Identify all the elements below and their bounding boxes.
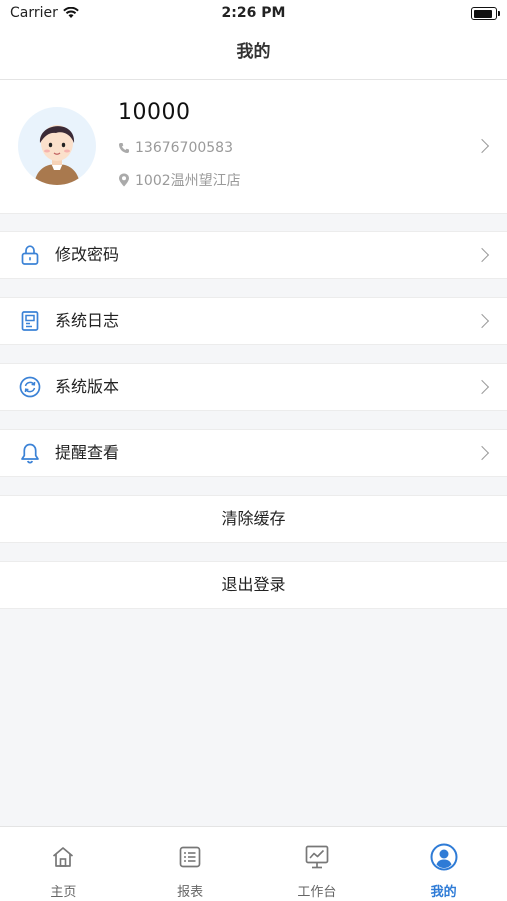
- chevron-right-icon: [474, 445, 490, 461]
- menu-item-label: 系统日志: [55, 311, 120, 330]
- profile-card[interactable]: 10000 13676700583 1002温州望江店: [0, 80, 507, 214]
- page-title: 我的: [0, 28, 507, 80]
- avatar: [18, 107, 96, 185]
- clock: 2:26 PM: [221, 5, 286, 21]
- monitor-icon: [305, 845, 329, 869]
- store-row: 1002温州望江店: [118, 170, 241, 190]
- location-pin-icon: [119, 173, 129, 187]
- menu-item-label: 提醒查看: [55, 443, 120, 462]
- lock-icon: [21, 245, 39, 265]
- list-icon: [179, 846, 201, 868]
- tab-label: 我的: [430, 885, 457, 900]
- chevron-right-icon: [474, 379, 490, 395]
- tab-bar: 主页 报表 工作台 我的: [0, 826, 507, 901]
- chevron-right-icon: [474, 313, 490, 329]
- user-icon: [430, 843, 458, 871]
- tab-label: 主页: [50, 885, 77, 900]
- menu-item-label: 修改密码: [55, 245, 120, 264]
- refresh-icon: [19, 376, 41, 398]
- avatar-illustration: [34, 125, 80, 185]
- user-id: 10000: [118, 100, 191, 125]
- menu-item-reminders[interactable]: 提醒查看: [0, 429, 507, 477]
- menu-item-label: 系统版本: [55, 377, 120, 396]
- menu-item-system-version[interactable]: 系统版本: [0, 363, 507, 411]
- status-bar: Carrier 2:26 PM: [0, 0, 507, 28]
- home-icon: [53, 847, 74, 867]
- menu-item-system-log[interactable]: 系统日志: [0, 297, 507, 345]
- phone-icon: [119, 143, 129, 153]
- tab-mine[interactable]: 我的: [380, 827, 507, 901]
- store-name: 1002温州望江店: [135, 173, 241, 189]
- battery-icon: [471, 7, 500, 20]
- tab-home[interactable]: 主页: [0, 827, 127, 901]
- phone-number: 13676700583: [135, 140, 233, 156]
- clear-cache-button[interactable]: 清除缓存: [0, 495, 507, 543]
- menu-item-change-password[interactable]: 修改密码: [0, 231, 507, 279]
- document-icon: [21, 311, 39, 331]
- chevron-right-icon: [474, 138, 490, 154]
- bell-icon: [21, 443, 39, 464]
- tab-label: 工作台: [297, 885, 337, 900]
- logout-button[interactable]: 退出登录: [0, 561, 507, 609]
- tab-reports[interactable]: 报表: [127, 827, 254, 901]
- tab-workbench[interactable]: 工作台: [254, 827, 381, 901]
- phone-row: 13676700583: [118, 140, 233, 156]
- tab-label: 报表: [177, 885, 204, 900]
- chevron-right-icon: [474, 247, 490, 263]
